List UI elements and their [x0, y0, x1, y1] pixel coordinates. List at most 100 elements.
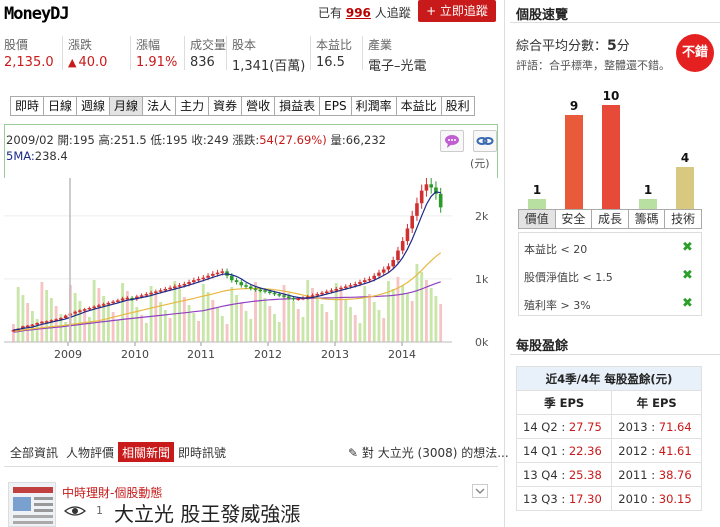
tab-3[interactable]: 月線 — [109, 96, 143, 116]
volume-bar — [83, 309, 87, 342]
news-tab-2[interactable]: 相關新聞 — [118, 442, 175, 462]
opinion-input[interactable]: ✎ 對 大立光 (3008) 的想法... — [348, 444, 509, 461]
score-tab-1[interactable]: 安全 — [556, 210, 593, 228]
tab-7[interactable]: 營收 — [241, 96, 275, 116]
candle-body — [253, 288, 258, 290]
eps-caption: 近4季/4年 每股盈餘(元) — [516, 366, 702, 391]
score-bar-value: 1 — [532, 182, 542, 197]
news-tab-1[interactable]: 人物評價 — [62, 442, 118, 462]
candle-body — [206, 275, 210, 278]
volume-bar — [235, 295, 238, 342]
tab-8[interactable]: 損益表 — [274, 96, 320, 116]
volume-bar — [73, 293, 77, 342]
score-bar-value: 4 — [680, 151, 690, 166]
volume-bar — [387, 281, 390, 342]
eps-section-title: 每股盈餘 — [516, 339, 569, 354]
candle-body — [424, 184, 429, 191]
candle-body — [296, 298, 301, 300]
comment-button[interactable] — [440, 130, 464, 152]
eps-quarter-cell: 14 Q2 : 27.75 — [515, 414, 613, 439]
candle-body — [339, 287, 343, 290]
ma-readout: 5MA:238.4 — [6, 149, 68, 163]
y-tick-label: 0k — [475, 336, 489, 349]
stat-separator — [184, 36, 185, 70]
stat-label: 本益比 — [316, 38, 353, 52]
criteria-check-icon: ✖ — [682, 268, 693, 283]
candle-body — [168, 287, 172, 290]
eps-year: 2012 — [618, 443, 648, 458]
follow-count[interactable]: 996 — [346, 6, 371, 20]
candle-body — [35, 323, 39, 325]
high-label: 高: — [98, 133, 114, 147]
candle-body — [163, 289, 168, 291]
y-tick-label: 1k — [475, 273, 489, 286]
stat-value-text: 1,341(百萬) — [232, 59, 306, 74]
candle-body — [410, 215, 414, 229]
score-bar-3 — [639, 198, 657, 209]
candle-body — [377, 272, 381, 276]
stock-stats: 股價 2,135.0 漲跌 ▲ 40.0 漲幅 1.91% 成交量 836 股本 1,341(百萬)… — [0, 36, 500, 76]
tab-11[interactable]: 本益比 — [395, 96, 441, 116]
score-bar-value: 10 — [602, 89, 620, 103]
volume-bar — [268, 306, 272, 342]
low-value: 195 — [165, 133, 188, 147]
candle-body — [82, 309, 87, 311]
candle-body — [220, 271, 225, 273]
news-tab-0[interactable]: 全部資訊 — [6, 442, 62, 462]
score-tab-4[interactable]: 技術 — [665, 210, 701, 228]
tab-12[interactable]: 股利 — [440, 96, 475, 116]
volume-bar — [301, 317, 305, 342]
candle-body — [396, 250, 400, 260]
news-thumbnail[interactable] — [8, 482, 56, 527]
tab-9[interactable]: EPS — [319, 96, 351, 116]
tab-1[interactable]: 日線 — [43, 96, 77, 116]
volume-bar — [358, 323, 362, 342]
stat-value-text: 16.5 — [316, 55, 345, 70]
volume-bar — [54, 306, 58, 342]
candle-body — [215, 272, 220, 275]
tab-6[interactable]: 資券 — [208, 96, 242, 116]
eps-quarter: 14 Q1 — [523, 443, 558, 458]
stat-separator — [362, 36, 363, 70]
share-link-button[interactable] — [473, 130, 497, 152]
news-headline[interactable]: 大立光 股王發威強漲 — [114, 498, 300, 527]
score-tab-3[interactable]: 籌碼 — [629, 210, 666, 228]
tab-10[interactable]: 利潤率 — [350, 96, 396, 116]
volume-bar — [353, 315, 357, 342]
score-category-tabs: 價值 安全 成長 籌碼 技術 — [518, 209, 702, 229]
candle-body — [438, 193, 443, 208]
score-tab-0[interactable]: 價值 — [519, 210, 556, 228]
stat-label: 漲跌 — [68, 38, 93, 52]
tab-4[interactable]: 法人 — [142, 96, 176, 116]
volume-bar — [249, 319, 253, 342]
volume-bar — [344, 299, 348, 342]
candle-body — [87, 307, 92, 310]
volume-bar — [292, 301, 295, 342]
ma20-line — [13, 252, 442, 333]
stat-separator — [130, 36, 131, 70]
volume-bar — [220, 316, 224, 342]
eps-rows: 14 Q2 : 27.75 2013 : 71.64 14 Q1 : 22.36 20… — [515, 414, 702, 511]
score-tab-2[interactable]: 成長 — [592, 210, 629, 228]
volume-bar — [429, 288, 433, 342]
volume-bar — [21, 295, 25, 342]
follow-button[interactable]: + 立即追蹤 — [418, 0, 496, 22]
stat-value-text: 電子–光電 — [368, 59, 427, 74]
x-tick-label: 2009 — [54, 348, 82, 361]
stat-value-text: 40.0 — [78, 55, 108, 70]
news-view-count: 1 — [96, 504, 103, 517]
stat-label: 成交量 — [190, 38, 227, 52]
candle-body — [334, 289, 339, 291]
tab-2[interactable]: 週線 — [76, 96, 110, 116]
tab-0[interactable]: 即時 — [10, 96, 44, 116]
news-tab-3[interactable]: 即時訊號 — [174, 442, 230, 462]
tab-5[interactable]: 主力 — [175, 96, 209, 116]
stat-value: 2,135.0 — [4, 55, 54, 70]
price-chart[interactable]: 2k 1k 0k 2009 2010 2011 2012 2013 2014 — [0, 178, 500, 368]
site-logo[interactable]: MoneyDJ — [4, 4, 130, 26]
volume-bar — [434, 296, 438, 342]
candle-body — [154, 291, 158, 294]
news-expand-button[interactable] — [472, 484, 488, 498]
candle-body — [277, 294, 282, 296]
candle-body — [286, 296, 291, 299]
